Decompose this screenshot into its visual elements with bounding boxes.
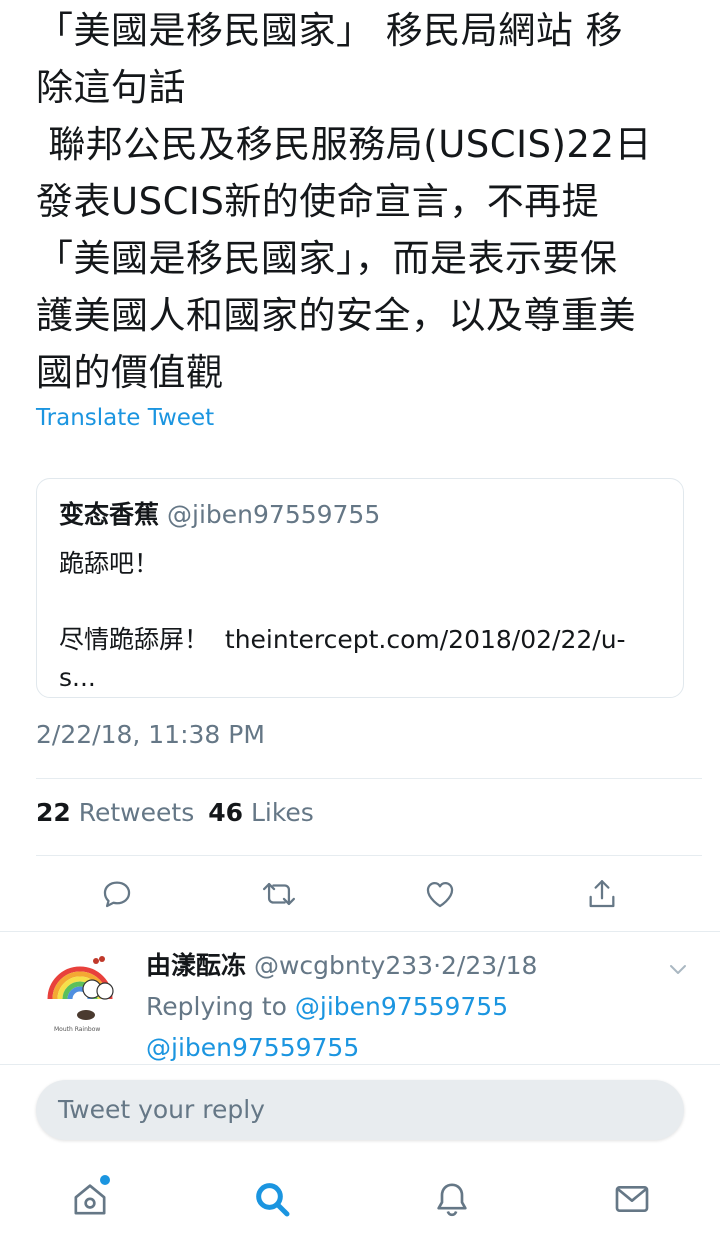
tweet-text: 「美國是移民國家」 移民局網站 移 除這句話 聯邦公民及移民服務局(USCIS)…: [36, 9, 653, 394]
reply-icon[interactable]: [97, 874, 137, 914]
likes-count[interactable]: 46: [208, 798, 243, 827]
quoted-tweet[interactable]: 变态香蕉 @jiben97559755 跪舔吧！ 尽情跪舔屏！ theinterc…: [36, 478, 684, 698]
reply-header: 由漾酝冻 @wcgbnty233·2/23/18: [146, 947, 537, 985]
divider: [0, 931, 720, 932]
share-icon[interactable]: [582, 874, 622, 914]
retweet-icon[interactable]: [259, 874, 299, 914]
replying-to-link[interactable]: @jiben97559755: [146, 1033, 359, 1062]
divider: [36, 778, 702, 779]
replying-to: Replying to @jiben97559755: [146, 987, 508, 1027]
reply-author-handle: @wcgbnty233: [253, 951, 434, 980]
search-icon[interactable]: [250, 1177, 294, 1221]
notification-dot: [100, 1175, 110, 1185]
tweet-action-bar: [0, 862, 720, 924]
quoted-author-name: 变态香蕉: [59, 500, 160, 529]
divider: [36, 855, 702, 856]
retweets-label[interactable]: Retweets: [79, 798, 194, 827]
replying-to-prefix: Replying to: [146, 992, 295, 1021]
messages-icon[interactable]: [610, 1177, 654, 1221]
reply-tweet[interactable]: Mouth Rainbow 由漾酝冻 @wcgbnty233·2/23/18 R…: [0, 935, 720, 1065]
replying-to-link[interactable]: @jiben97559755: [295, 992, 508, 1021]
bottom-panel: Tweet your reply: [0, 1064, 720, 1238]
replying-to-second: @jiben97559755: [146, 1028, 359, 1068]
translate-tweet-link[interactable]: Translate Tweet: [36, 405, 214, 431]
chevron-down-icon[interactable]: [666, 957, 690, 981]
notifications-icon[interactable]: [430, 1177, 474, 1221]
likes-label[interactable]: Likes: [251, 798, 314, 827]
quoted-tweet-header: 变态香蕉 @jiben97559755: [59, 495, 661, 535]
reply-input[interactable]: Tweet your reply: [36, 1080, 684, 1140]
reply-date: 2/23/18: [441, 951, 538, 980]
avatar[interactable]: Mouth Rainbow: [40, 947, 126, 1037]
reply-separator: ·: [433, 951, 442, 980]
tweet-timestamp: 2/22/18, 11:38 PM: [36, 720, 265, 749]
like-icon[interactable]: [420, 874, 460, 914]
home-icon[interactable]: [68, 1175, 112, 1221]
quoted-author-handle: @jiben97559755: [167, 500, 381, 529]
tweet-stats: 22 Retweets 46 Likes: [36, 798, 314, 827]
avatar-caption: Mouth Rainbow: [54, 1026, 100, 1033]
reply-author-name: 由漾酝冻: [146, 951, 247, 980]
quoted-tweet-body: 跪舔吧！ 尽情跪舔屏！ theintercept.com/2018/02/22/…: [59, 549, 626, 692]
retweets-count[interactable]: 22: [36, 798, 71, 827]
